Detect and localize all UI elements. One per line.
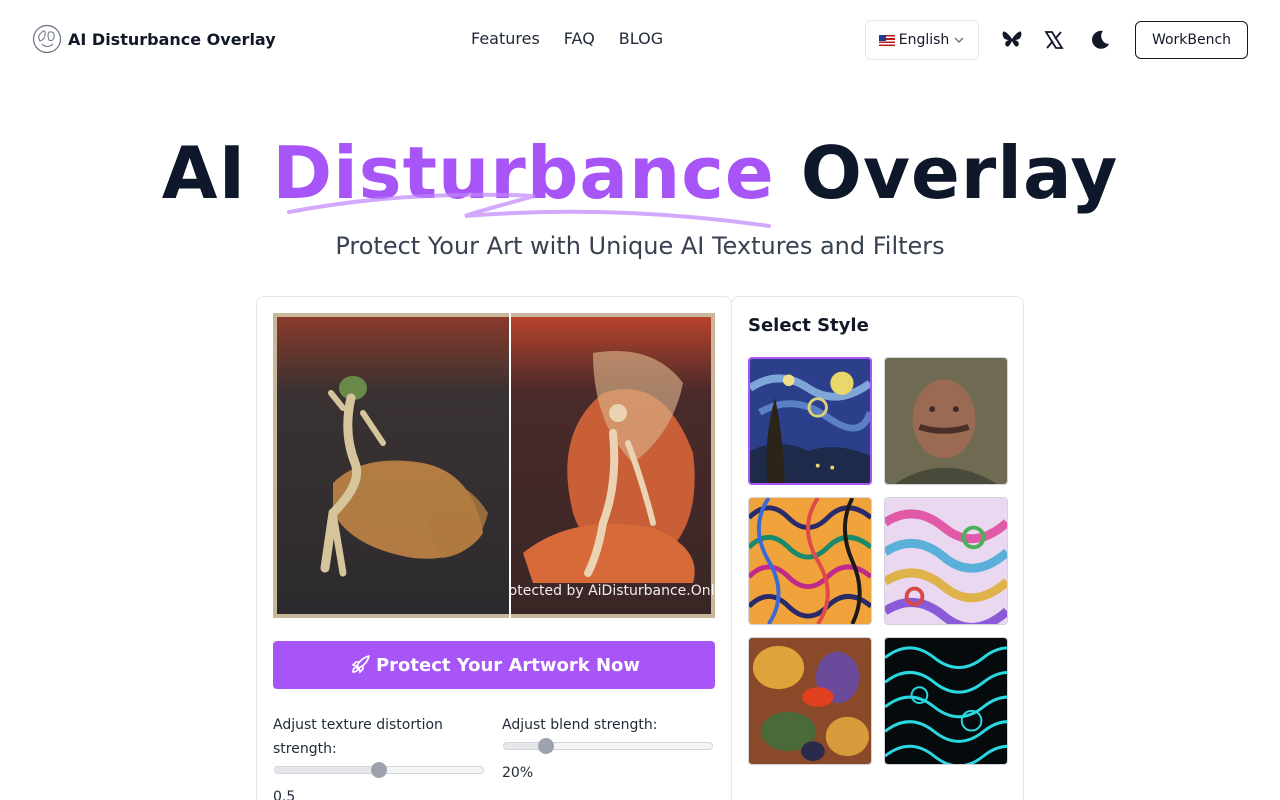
chevron-down-icon (954, 37, 964, 43)
distortion-label: Adjust texture distortion strength: (273, 717, 443, 757)
brand[interactable]: AI Disturbance Overlay (32, 24, 276, 54)
hero-title-part2: Overlay (800, 131, 1119, 215)
before-after-preview[interactable]: Protected by AiDisturbance.Online (273, 313, 715, 618)
distortion-slider-fill (275, 767, 379, 773)
x-icon[interactable] (1042, 28, 1066, 52)
nav-blog[interactable]: BLOG (619, 29, 663, 48)
pointillism-portrait-thumbnail (885, 358, 1007, 484)
hero-underline-squiggle (287, 192, 771, 228)
style-tile-psychedelic-swirl[interactable] (884, 497, 1008, 625)
bluesky-icon[interactable] (1000, 28, 1024, 52)
psychedelic-swirl-thumbnail (885, 498, 1007, 624)
workbench-button[interactable]: WorkBench (1135, 21, 1248, 59)
nav-faq[interactable]: FAQ (564, 29, 595, 48)
abstract-mosaic-thumbnail (749, 638, 871, 764)
language-label: English (898, 32, 950, 48)
rocket-icon (351, 655, 370, 674)
blend-slider-thumb[interactable] (537, 738, 554, 754)
us-flag-icon (878, 34, 895, 46)
hero-subtitle: Protect Your Art with Unique AI Textures… (335, 232, 945, 260)
watermark-text: Protected by AiDisturbance.Online (495, 583, 715, 599)
style-tile-cyan-marble[interactable] (884, 637, 1008, 765)
blend-label: Adjust blend strength: (502, 717, 658, 733)
language-select[interactable]: English (865, 20, 979, 60)
cyan-marble-thumbnail (885, 638, 1007, 764)
style-panel: Select Style (731, 296, 1024, 800)
style-tile-starry-night[interactable] (748, 357, 872, 485)
starry-night-thumbnail (750, 359, 870, 483)
distortion-slider-thumb[interactable] (371, 762, 387, 778)
moon-icon[interactable] (1088, 28, 1112, 52)
confetti-noise-thumbnail (749, 498, 871, 624)
hero-title-part1: AI (161, 131, 247, 215)
editor-panel: Protected by AiDisturbance.Online Protec… (256, 296, 732, 800)
compare-divider-handle[interactable] (509, 313, 511, 618)
nav-features[interactable]: Features (471, 29, 540, 48)
style-tile-pointillism-portrait[interactable] (884, 357, 1008, 485)
protect-artwork-button[interactable]: Protect Your Artwork Now (273, 641, 715, 689)
brand-logo-icon (32, 24, 62, 54)
main-nav: Features FAQ BLOG (471, 29, 663, 48)
select-style-title: Select Style (748, 315, 869, 336)
brand-name: AI Disturbance Overlay (68, 29, 276, 49)
distortion-value: 0.5 (273, 789, 296, 800)
protect-artwork-label: Protect Your Artwork Now (375, 654, 641, 676)
style-tile-abstract-mosaic[interactable] (748, 637, 872, 765)
site-header: AI Disturbance Overlay Features FAQ BLOG… (0, 0, 1280, 80)
distortion-slider[interactable] (274, 762, 484, 778)
style-tile-confetti-noise[interactable] (748, 497, 872, 625)
blend-slider[interactable] (503, 738, 713, 754)
artwork-image (273, 313, 715, 618)
blend-value: 20% (502, 765, 534, 781)
